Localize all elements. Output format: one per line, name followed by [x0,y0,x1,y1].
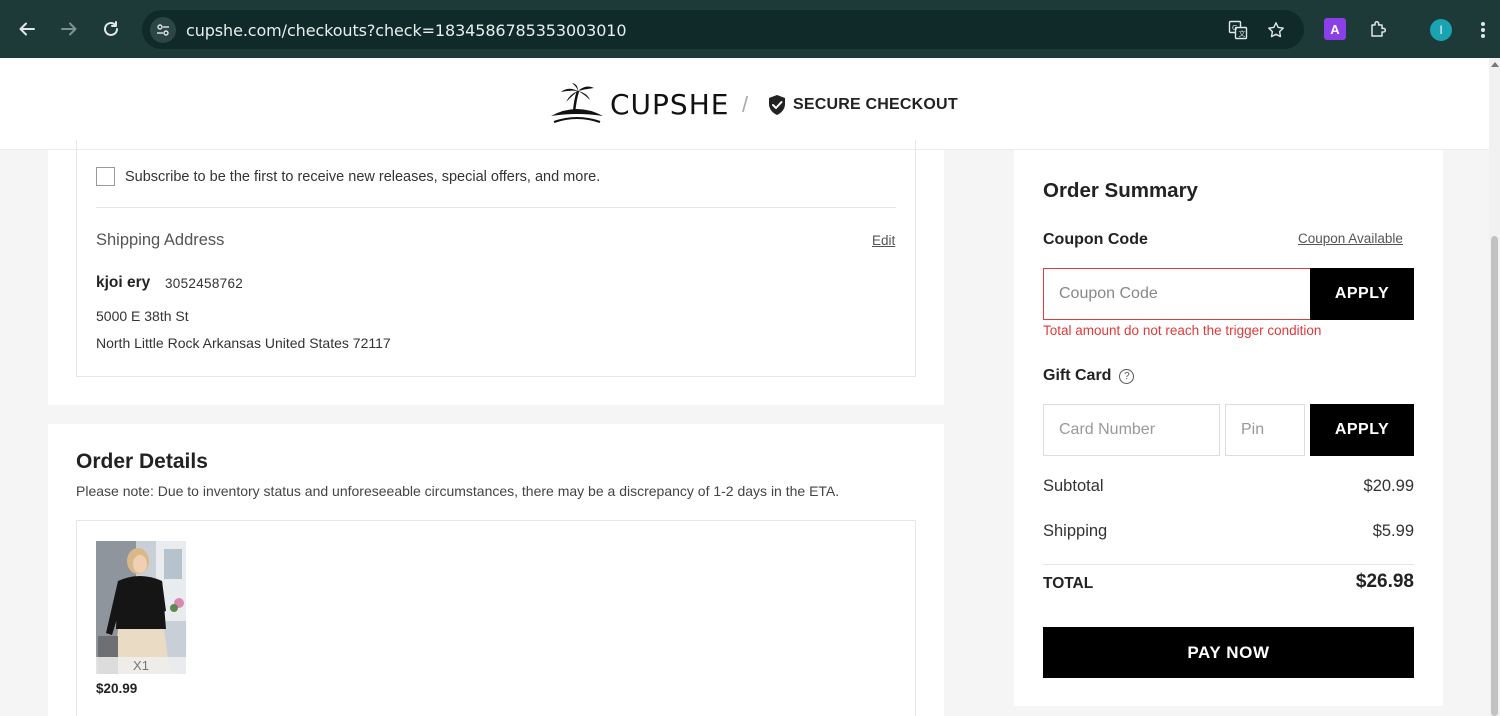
apply-coupon-button[interactable]: APPLY [1310,268,1414,320]
coupon-available-link[interactable]: Coupon Available [1298,231,1403,246]
apply-gift-card-button[interactable]: APPLY [1310,404,1414,456]
back-button[interactable] [14,16,40,42]
shipping-cost-value: $5.99 [1372,522,1414,540]
secure-checkout-badge: SECURE CHECKOUT [767,94,958,116]
contact-shipping-panel: Subscribe to be the first to receive new… [48,140,944,405]
reload-button[interactable] [98,16,124,42]
total-label: TOTAL [1043,575,1094,592]
coupon-code-label: Coupon Code [1043,231,1148,248]
extension-a-icon[interactable]: A [1324,18,1346,40]
order-details-title: Order Details [76,450,208,473]
scroll-up-arrow-icon[interactable] [1491,62,1499,67]
pay-now-button[interactable]: PAY NOW [1043,627,1414,678]
subscribe-row[interactable]: Subscribe to be the first to receive new… [96,167,600,186]
subtotal-label: Subtotal [1043,477,1104,495]
order-details-note: Please note: Due to inventory status and… [76,483,840,499]
subtotal-value: $20.99 [1363,477,1414,495]
product-price: $20.99 [96,681,138,696]
product-quantity: X1 [96,657,186,674]
cupshe-logo[interactable]: CUPSHE [548,82,729,126]
address-bar[interactable]: cupshe.com/checkouts?check=1834586785353… [142,10,1304,49]
recipient-phone: 3052458762 [165,276,244,291]
product-photo [96,541,186,674]
shipping-cost-label: Shipping [1043,522,1108,540]
url-text[interactable]: cupshe.com/checkouts?check=1834586785353… [186,21,627,40]
forward-button[interactable] [56,16,82,42]
order-summary-title: Order Summary [1043,179,1198,202]
summary-divider [1043,564,1414,565]
scrollbar-thumb[interactable] [1491,236,1498,716]
browser-toolbar: cupshe.com/checkouts?check=1834586785353… [0,0,1500,58]
profile-avatar[interactable]: I [1430,19,1452,41]
recipient-name: kjoi ery [96,274,151,291]
address-street: 5000 E 38th St [96,308,189,324]
svg-text:G: G [1232,24,1237,32]
subscribe-checkbox[interactable] [96,167,115,186]
coupon-code-input[interactable] [1043,268,1311,320]
palm-island-icon [551,83,603,123]
product-image[interactable]: X1 [96,541,186,674]
section-divider [96,207,896,208]
browser-menu-icon[interactable] [1476,19,1490,41]
svg-text:文: 文 [1239,29,1246,38]
arrow-right-icon [61,22,77,36]
header-separator: / [742,92,749,117]
bookmark-star-icon[interactable] [1265,19,1287,41]
total-value: $26.98 [1355,571,1414,592]
shield-check-icon [769,95,785,115]
reload-icon [104,21,118,36]
coupon-error-message: Total amount do not reach the trigger co… [1043,323,1322,338]
edit-address-link[interactable]: Edit [872,233,895,248]
translate-icon[interactable]: G文 [1227,19,1249,41]
page-scrollbar[interactable] [1489,58,1500,716]
order-details-panel: Order Details Please note: Due to invent… [48,424,944,716]
gift-card-pin-input[interactable] [1225,404,1305,456]
address-city-line: North Little Rock Arkansas United States… [96,335,391,351]
order-items-box: X1 $20.99 [76,520,916,716]
extensions-puzzle-icon[interactable] [1367,18,1389,40]
site-settings-icon[interactable] [150,17,176,43]
question-mark-icon[interactable]: ? [1119,368,1135,384]
site-header: CUPSHE / SECURE CHECKOUT [0,58,1500,150]
secure-checkout-label: SECURE CHECKOUT [793,96,958,113]
brand-name: CUPSHE [610,87,730,121]
arrow-left-icon [19,22,35,36]
gift-card-number-input[interactable] [1043,404,1220,456]
order-summary-panel: Order Summary Coupon Code Coupon Availab… [1014,150,1443,706]
subscribe-text[interactable]: Subscribe to be the first to receive new… [125,169,600,185]
gift-card-label: Gift Card [1043,367,1112,384]
shipping-address-title: Shipping Address [96,231,225,249]
gift-card-header: Gift Card ? [1043,367,1135,385]
